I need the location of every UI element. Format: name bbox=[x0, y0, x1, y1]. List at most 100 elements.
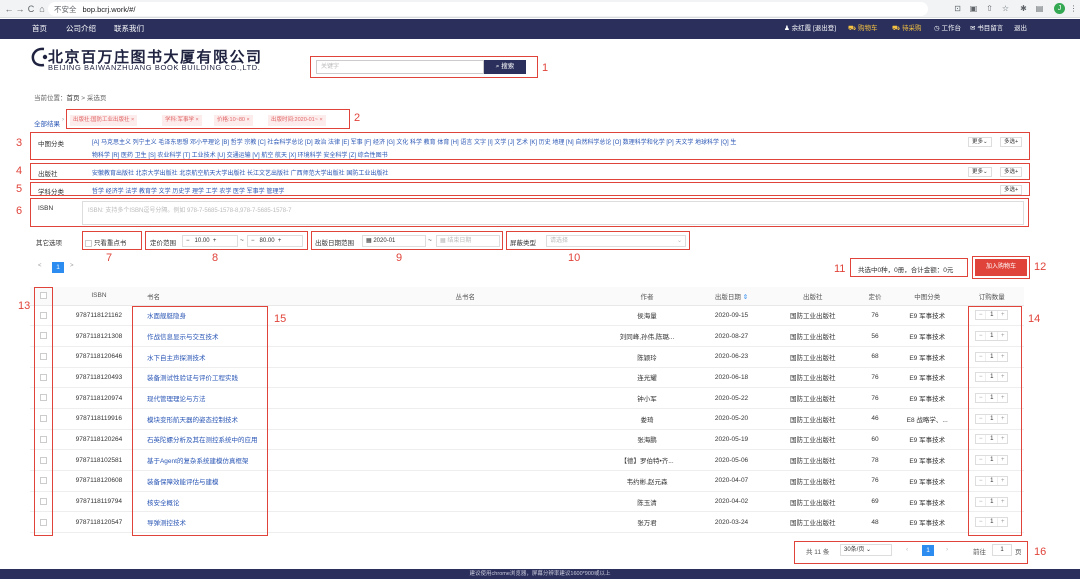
extension-icon[interactable]: ▣ bbox=[968, 3, 979, 14]
table-header-row: ISBN 书名 丛书名 作者 出版日期 ⇕ 出版社 定价 中图分类 订购数量 bbox=[30, 287, 1024, 306]
cell-category: E9 军事技术 bbox=[894, 491, 960, 513]
sort-icon: ⇕ bbox=[742, 293, 749, 301]
cell-series bbox=[383, 367, 602, 389]
reading-list-icon[interactable]: ▤ bbox=[1034, 3, 1045, 14]
cell-category: E9 军事技术 bbox=[894, 511, 960, 534]
menu-dots-icon[interactable]: ⋮ bbox=[1068, 3, 1079, 14]
cell-publisher: 国防工业出版社 bbox=[770, 429, 855, 451]
cell-price: 76 bbox=[854, 387, 895, 409]
annotation-label-10: 10 bbox=[568, 252, 581, 264]
purchase-icon: ⛟ bbox=[892, 25, 902, 32]
url-text: bop.bcrj.work/#/ bbox=[82, 4, 136, 14]
breadcrumb-home[interactable]: 首页 bbox=[67, 95, 80, 102]
col-pubdate[interactable]: 出版日期 ⇕ bbox=[692, 287, 771, 306]
cell-pubdate: 2020-06-23 bbox=[692, 346, 771, 368]
all-results-link[interactable]: 全部结果 bbox=[34, 118, 60, 128]
cell-price: 69 bbox=[854, 491, 895, 513]
top-navigation: 首页 公司介绍 联系我们 ♟ 余红霞 [退出登] ⛟ 购物车 ⛟ 待采购 ◷ 工… bbox=[0, 19, 1080, 39]
logo-mark-icon bbox=[31, 47, 48, 67]
annotation-label-15: 15 bbox=[274, 313, 287, 325]
top-pager-next[interactable]: > bbox=[70, 263, 74, 269]
cell-publisher: 国防工业出版社 bbox=[770, 305, 855, 327]
annotation-label-7: 7 bbox=[106, 252, 113, 264]
cell-series bbox=[383, 470, 602, 492]
cell-price: 46 bbox=[854, 408, 895, 430]
cell-isbn: 9787118120974 bbox=[58, 387, 139, 409]
cell-category: E9 军事技术 bbox=[894, 367, 960, 389]
nav-about[interactable]: 公司介绍 bbox=[66, 19, 96, 39]
home-icon[interactable]: ⌂ bbox=[36, 4, 48, 14]
message-link[interactable]: ✉ 书目留言 bbox=[970, 19, 1003, 39]
nav-home[interactable]: 首页 bbox=[32, 19, 47, 39]
puzzle-icon[interactable]: ✱ bbox=[1018, 3, 1029, 14]
cell-author: 陈颖玲 bbox=[601, 346, 693, 368]
cell-series bbox=[383, 491, 602, 513]
annotation-label-2: 2 bbox=[354, 112, 361, 124]
cell-price: 78 bbox=[854, 449, 895, 471]
cell-pubdate: 2020-06-18 bbox=[692, 367, 771, 389]
top-pager-prev[interactable]: < bbox=[38, 263, 42, 269]
logout-link[interactable]: 退出 bbox=[1014, 19, 1027, 39]
cell-pubdate: 2020-04-02 bbox=[692, 491, 771, 513]
cell-isbn: 9787118120493 bbox=[58, 367, 139, 389]
annotation-box-9 bbox=[311, 231, 503, 250]
share-icon[interactable]: ⇧ bbox=[984, 3, 995, 14]
cell-isbn: 9787118121308 bbox=[58, 325, 139, 347]
cell-pubdate: 2020-09-15 bbox=[692, 305, 771, 327]
cell-publisher: 国防工业出版社 bbox=[770, 408, 855, 430]
top-pager-current[interactable]: 1 bbox=[52, 262, 64, 273]
annotation-label-14: 14 bbox=[1028, 313, 1041, 325]
annotation-label-6: 6 bbox=[16, 205, 23, 217]
cell-author: 【德】罗伯特•齐... bbox=[601, 449, 693, 471]
cell-publisher: 国防工业出版社 bbox=[770, 346, 855, 368]
nav-contact[interactable]: 联系我们 bbox=[114, 19, 144, 39]
cell-price: 68 bbox=[854, 346, 895, 368]
cell-publisher: 国防工业出版社 bbox=[770, 387, 855, 409]
cell-series bbox=[383, 325, 602, 347]
cell-isbn: 9787118119794 bbox=[58, 491, 139, 513]
cart-link[interactable]: ⛟ 购物车 bbox=[848, 19, 877, 39]
user-icon: ♟ bbox=[784, 25, 792, 32]
annotation-box-2 bbox=[66, 109, 350, 129]
workbench-link[interactable]: ◷ 工作台 bbox=[934, 19, 961, 39]
annotation-label-12: 12 bbox=[1034, 261, 1047, 273]
cell-pubdate: 2020-05-20 bbox=[692, 408, 771, 430]
annotation-label-4: 4 bbox=[16, 165, 23, 177]
logo-english-name: BEIJING BAIWANZHUANG BOOK BUILDING CO.,L… bbox=[48, 63, 261, 72]
col-series: 丛书名 bbox=[383, 287, 602, 306]
cell-price: 76 bbox=[854, 305, 895, 327]
bookmark-star-icon[interactable]: ☆ bbox=[1000, 3, 1011, 14]
col-title: 书名 bbox=[138, 287, 384, 306]
annotation-label-3: 3 bbox=[16, 137, 23, 149]
cell-series bbox=[383, 449, 602, 471]
annotation-label-9: 9 bbox=[396, 252, 403, 264]
cell-publisher: 国防工业出版社 bbox=[770, 325, 855, 347]
purchase-link[interactable]: ⛟ 待采购 bbox=[892, 19, 921, 39]
cell-publisher: 国防工业出版社 bbox=[770, 511, 855, 534]
cell-publisher: 国防工业出版社 bbox=[770, 491, 855, 513]
annotation-box-3 bbox=[30, 132, 1030, 160]
annotation-box-15 bbox=[132, 306, 268, 536]
cell-pubdate: 2020-08-27 bbox=[692, 325, 771, 347]
col-isbn: ISBN bbox=[58, 287, 139, 306]
cell-author: 连光耀 bbox=[601, 367, 693, 389]
cell-pubdate: 2020-05-22 bbox=[692, 387, 771, 409]
col-publisher: 出版社 bbox=[770, 287, 855, 306]
cell-series bbox=[383, 429, 602, 451]
annotation-label-11: 11 bbox=[834, 263, 846, 275]
cell-series bbox=[383, 346, 602, 368]
user-info[interactable]: ♟ 余红霞 [退出登] bbox=[784, 19, 836, 39]
chevron-right-icon: › bbox=[62, 117, 64, 123]
profile-avatar[interactable]: J bbox=[1054, 3, 1065, 14]
cell-category: E9 军事技术 bbox=[894, 387, 960, 409]
address-bar[interactable]: 不安全 bop.bcrj.work/#/ bbox=[48, 2, 928, 16]
cell-author: 娄琦 bbox=[601, 408, 693, 430]
annotation-label-16: 16 bbox=[1034, 546, 1047, 558]
cell-author: 钟小军 bbox=[601, 387, 693, 409]
translate-icon[interactable]: ⊡ bbox=[952, 3, 963, 14]
cell-publisher: 国防工业出版社 bbox=[770, 367, 855, 389]
cell-series bbox=[383, 511, 602, 534]
cell-category: E8 战略学、... bbox=[894, 408, 960, 430]
annotation-box-7 bbox=[82, 231, 142, 250]
annotation-box-8 bbox=[145, 231, 308, 250]
